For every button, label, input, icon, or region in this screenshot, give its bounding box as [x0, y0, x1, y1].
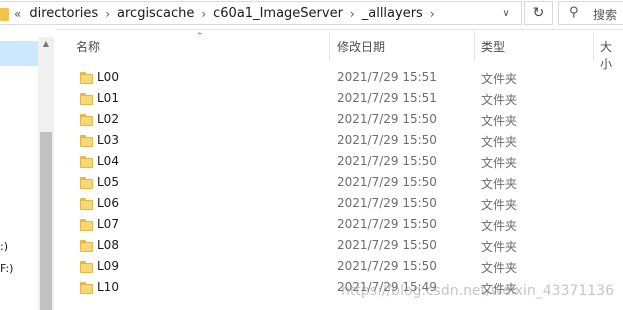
file-type: 文件夹 — [481, 93, 518, 107]
folder-icon — [80, 156, 93, 168]
nav-selected-item[interactable] — [0, 41, 38, 66]
file-name: L01 — [97, 91, 119, 105]
folder-icon — [80, 282, 93, 294]
search-icon: ⚲ — [569, 5, 579, 20]
column-header-date[interactable]: 修改日期 — [337, 38, 385, 55]
file-date: 2021/7/29 15:50 — [337, 217, 437, 231]
breadcrumb-item-alllayers[interactable]: _alllayers — [362, 6, 423, 21]
file-date: 2021/7/29 15:50 — [337, 133, 437, 147]
folder-icon — [80, 135, 93, 147]
watermark: https://blog.csdn.net/weixin_43371136 — [341, 283, 615, 299]
search-input[interactable]: ⚲ 搜索 — [558, 1, 623, 25]
list-item[interactable]: L01 2021/7/29 15:51 文件夹 — [56, 89, 623, 110]
list-item[interactable]: L00 2021/7/29 15:51 文件夹 — [56, 68, 623, 89]
column-header-size[interactable]: 大小 — [600, 38, 623, 72]
file-date: 2021/7/29 15:51 — [337, 91, 437, 105]
file-type: 文件夹 — [481, 261, 518, 275]
address-bar-row: « directories › arcgiscache › c60a1_Imag… — [0, 0, 623, 30]
file-name: L10 — [97, 280, 119, 294]
nav-scrollbar-thumb[interactable] — [40, 132, 52, 310]
list-item[interactable]: L03 2021/7/29 15:50 文件夹 — [56, 131, 623, 152]
breadcrumb-item-arcgiscache[interactable]: arcgiscache — [117, 6, 194, 21]
folder-icon — [0, 8, 9, 21]
folder-icon — [80, 261, 93, 273]
column-divider[interactable] — [474, 31, 475, 61]
file-date: 2021/7/29 15:50 — [337, 112, 437, 126]
file-name: L00 — [97, 70, 119, 84]
refresh-button[interactable]: ↻ — [524, 1, 553, 25]
sort-ascending-icon: ⌃ — [196, 32, 204, 42]
file-type: 文件夹 — [481, 72, 518, 86]
file-date: 2021/7/29 15:50 — [337, 238, 437, 252]
folder-icon — [80, 114, 93, 126]
breadcrumb-separator-icon[interactable]: › — [430, 7, 435, 21]
scroll-up-icon[interactable]: ▲ — [38, 39, 54, 51]
folder-icon — [80, 93, 93, 105]
column-divider[interactable] — [329, 31, 330, 61]
nav-drive-label[interactable]: :) — [0, 240, 8, 253]
file-type: 文件夹 — [481, 219, 518, 233]
breadcrumb-separator-icon[interactable]: › — [201, 7, 206, 21]
file-type: 文件夹 — [481, 198, 518, 212]
file-name: L08 — [97, 238, 119, 252]
list-item[interactable]: L07 2021/7/29 15:50 文件夹 — [56, 215, 623, 236]
list-item[interactable]: L09 2021/7/29 15:50 文件夹 — [56, 257, 623, 278]
folder-icon — [80, 240, 93, 252]
file-date: 2021/7/29 15:50 — [337, 154, 437, 168]
file-name: L03 — [97, 133, 119, 147]
folder-icon — [80, 198, 93, 210]
folder-icon — [80, 219, 93, 231]
file-type: 文件夹 — [481, 240, 518, 254]
file-date: 2021/7/29 15:51 — [337, 70, 437, 84]
file-type: 文件夹 — [481, 156, 518, 170]
file-name: L05 — [97, 175, 119, 189]
list-item[interactable]: L04 2021/7/29 15:50 文件夹 — [56, 152, 623, 173]
breadcrumb-item-directories[interactable]: directories — [29, 6, 98, 21]
chevron-down-icon[interactable]: ∨ — [498, 8, 514, 22]
breadcrumb-separator-icon[interactable]: › — [350, 7, 355, 21]
file-type: 文件夹 — [481, 114, 518, 128]
nav-scrollbar[interactable]: ▲ — [38, 37, 54, 310]
file-date: 2021/7/29 15:50 — [337, 196, 437, 210]
file-name: L02 — [97, 112, 119, 126]
breadcrumb: « directories › arcgiscache › c60a1_Imag… — [14, 6, 442, 21]
nav-drive-label[interactable]: F:) — [0, 262, 13, 275]
list-item[interactable]: L08 2021/7/29 15:50 文件夹 — [56, 236, 623, 257]
folder-icon — [80, 72, 93, 84]
refresh-icon: ↻ — [532, 5, 545, 21]
file-name: L06 — [97, 196, 119, 210]
file-name: L04 — [97, 154, 119, 168]
navigation-pane: :) F:) ▲ — [0, 29, 56, 310]
search-placeholder: 搜索 — [593, 8, 618, 22]
list-item[interactable]: L05 2021/7/29 15:50 文件夹 — [56, 173, 623, 194]
column-divider[interactable] — [593, 31, 594, 61]
file-date: 2021/7/29 15:50 — [337, 259, 437, 273]
breadcrumb-overflow-button[interactable]: « — [14, 7, 21, 21]
breadcrumb-item-imageserver[interactable]: c60a1_ImageServer — [213, 6, 343, 21]
list-item[interactable]: L02 2021/7/29 15:50 文件夹 — [56, 110, 623, 131]
file-type: 文件夹 — [481, 177, 518, 191]
file-date: 2021/7/29 15:50 — [337, 175, 437, 189]
file-name: L09 — [97, 259, 119, 273]
file-type: 文件夹 — [481, 135, 518, 149]
column-header-type[interactable]: 类型 — [481, 38, 505, 55]
column-header-name[interactable]: 名称 — [76, 38, 100, 55]
file-name: L07 — [97, 217, 119, 231]
breadcrumb-separator-icon[interactable]: › — [105, 7, 110, 21]
address-bar[interactable]: « directories › arcgiscache › c60a1_Imag… — [0, 1, 522, 25]
list-item[interactable]: L06 2021/7/29 15:50 文件夹 — [56, 194, 623, 215]
folder-icon — [80, 177, 93, 189]
